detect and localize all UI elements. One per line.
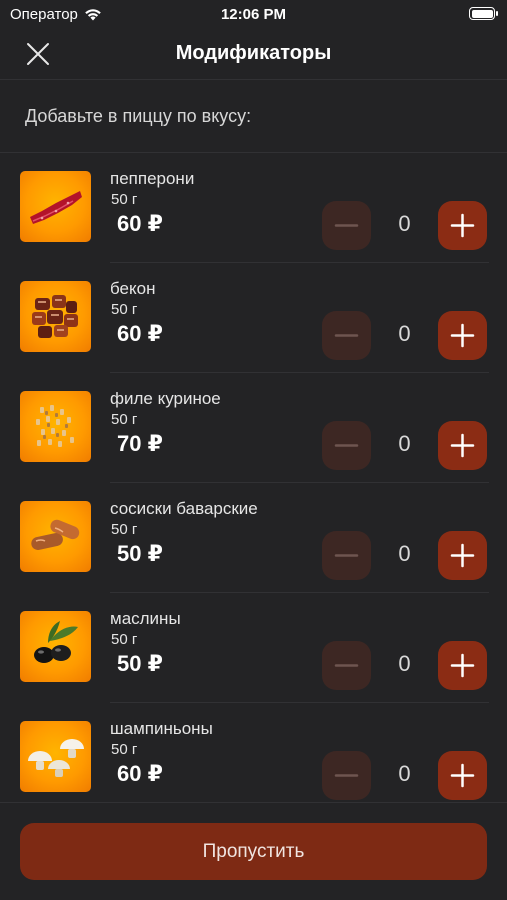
item-weight: 50 г (111, 741, 138, 758)
minus-icon (334, 774, 359, 777)
mushrooms-icon (20, 721, 91, 792)
chicken-icon (20, 391, 91, 462)
decrease-button[interactable] (322, 421, 371, 470)
decrease-button[interactable] (322, 311, 371, 360)
status-time: 12:06 PM (220, 6, 287, 23)
item-weight: 50 г (111, 411, 138, 428)
list-item: бекон 50 г 60 ₽ 0 (0, 263, 507, 373)
pepperoni-icon (20, 171, 91, 242)
bacon-icon (20, 281, 91, 352)
item-name: сосиски баварские (110, 499, 258, 518)
list-item: пепперони 50 г 60 ₽ 0 (0, 153, 507, 263)
quantity-value: 0 (398, 651, 411, 676)
decrease-button[interactable] (322, 751, 371, 800)
divider (0, 802, 507, 803)
olives-icon (20, 611, 91, 682)
item-price: 60 ₽ (117, 761, 163, 786)
increase-button[interactable] (438, 201, 487, 250)
list-item: филе куриное 50 г 70 ₽ 0 (0, 373, 507, 483)
quantity-value: 0 (398, 541, 411, 566)
item-name: пепперони (110, 169, 195, 188)
skip-button[interactable]: Пропустить (20, 823, 487, 880)
plus-icon (450, 213, 475, 238)
list-item: шампиньоны 50 г 60 ₽ 0 (0, 703, 507, 803)
subtitle: Добавьте в пиццу по вкусу: (25, 106, 252, 126)
item-name: маслины (110, 609, 181, 628)
minus-icon (334, 664, 359, 667)
plus-icon (450, 653, 475, 678)
page-title: Модификаторы (175, 42, 332, 64)
status-bar: Оператор 12:06 PM (0, 0, 507, 28)
item-price: 50 ₽ (117, 541, 163, 566)
quantity-value: 0 (398, 431, 411, 456)
sausages-icon (20, 501, 91, 572)
increase-button[interactable] (438, 311, 487, 360)
decrease-button[interactable] (322, 641, 371, 690)
minus-icon (334, 334, 359, 337)
increase-button[interactable] (438, 641, 487, 690)
item-price: 70 ₽ (117, 431, 163, 456)
item-weight: 50 г (111, 521, 138, 538)
plus-icon (450, 433, 475, 458)
increase-button[interactable] (438, 531, 487, 580)
decrease-button[interactable] (322, 201, 371, 250)
item-weight: 50 г (111, 191, 138, 208)
modifier-list[interactable]: пепперони 50 г 60 ₽ 0 бекон 50 г 60 ₽ 0 … (0, 153, 507, 803)
plus-icon (450, 543, 475, 568)
quantity-value: 0 (398, 761, 411, 786)
quantity-value: 0 (398, 321, 411, 346)
minus-icon (334, 224, 359, 227)
item-name: филе куриное (110, 389, 221, 408)
nav-bar: Модификаторы (0, 28, 507, 80)
minus-icon (334, 554, 359, 557)
item-name: шампиньоны (110, 719, 213, 738)
item-weight: 50 г (111, 301, 138, 318)
plus-icon (450, 763, 475, 788)
decrease-button[interactable] (322, 531, 371, 580)
item-weight: 50 г (111, 631, 138, 648)
plus-icon (450, 323, 475, 348)
item-name: бекон (110, 279, 156, 298)
quantity-value: 0 (398, 211, 411, 236)
list-item: сосиски баварские 50 г 50 ₽ 0 (0, 483, 507, 593)
minus-icon (334, 444, 359, 447)
item-price: 50 ₽ (117, 651, 163, 676)
battery-icon (469, 7, 498, 20)
item-price: 60 ₽ (117, 211, 163, 236)
list-item: маслины 50 г 50 ₽ 0 (0, 593, 507, 703)
increase-button[interactable] (438, 751, 487, 800)
increase-button[interactable] (438, 421, 487, 470)
item-price: 60 ₽ (117, 321, 163, 346)
